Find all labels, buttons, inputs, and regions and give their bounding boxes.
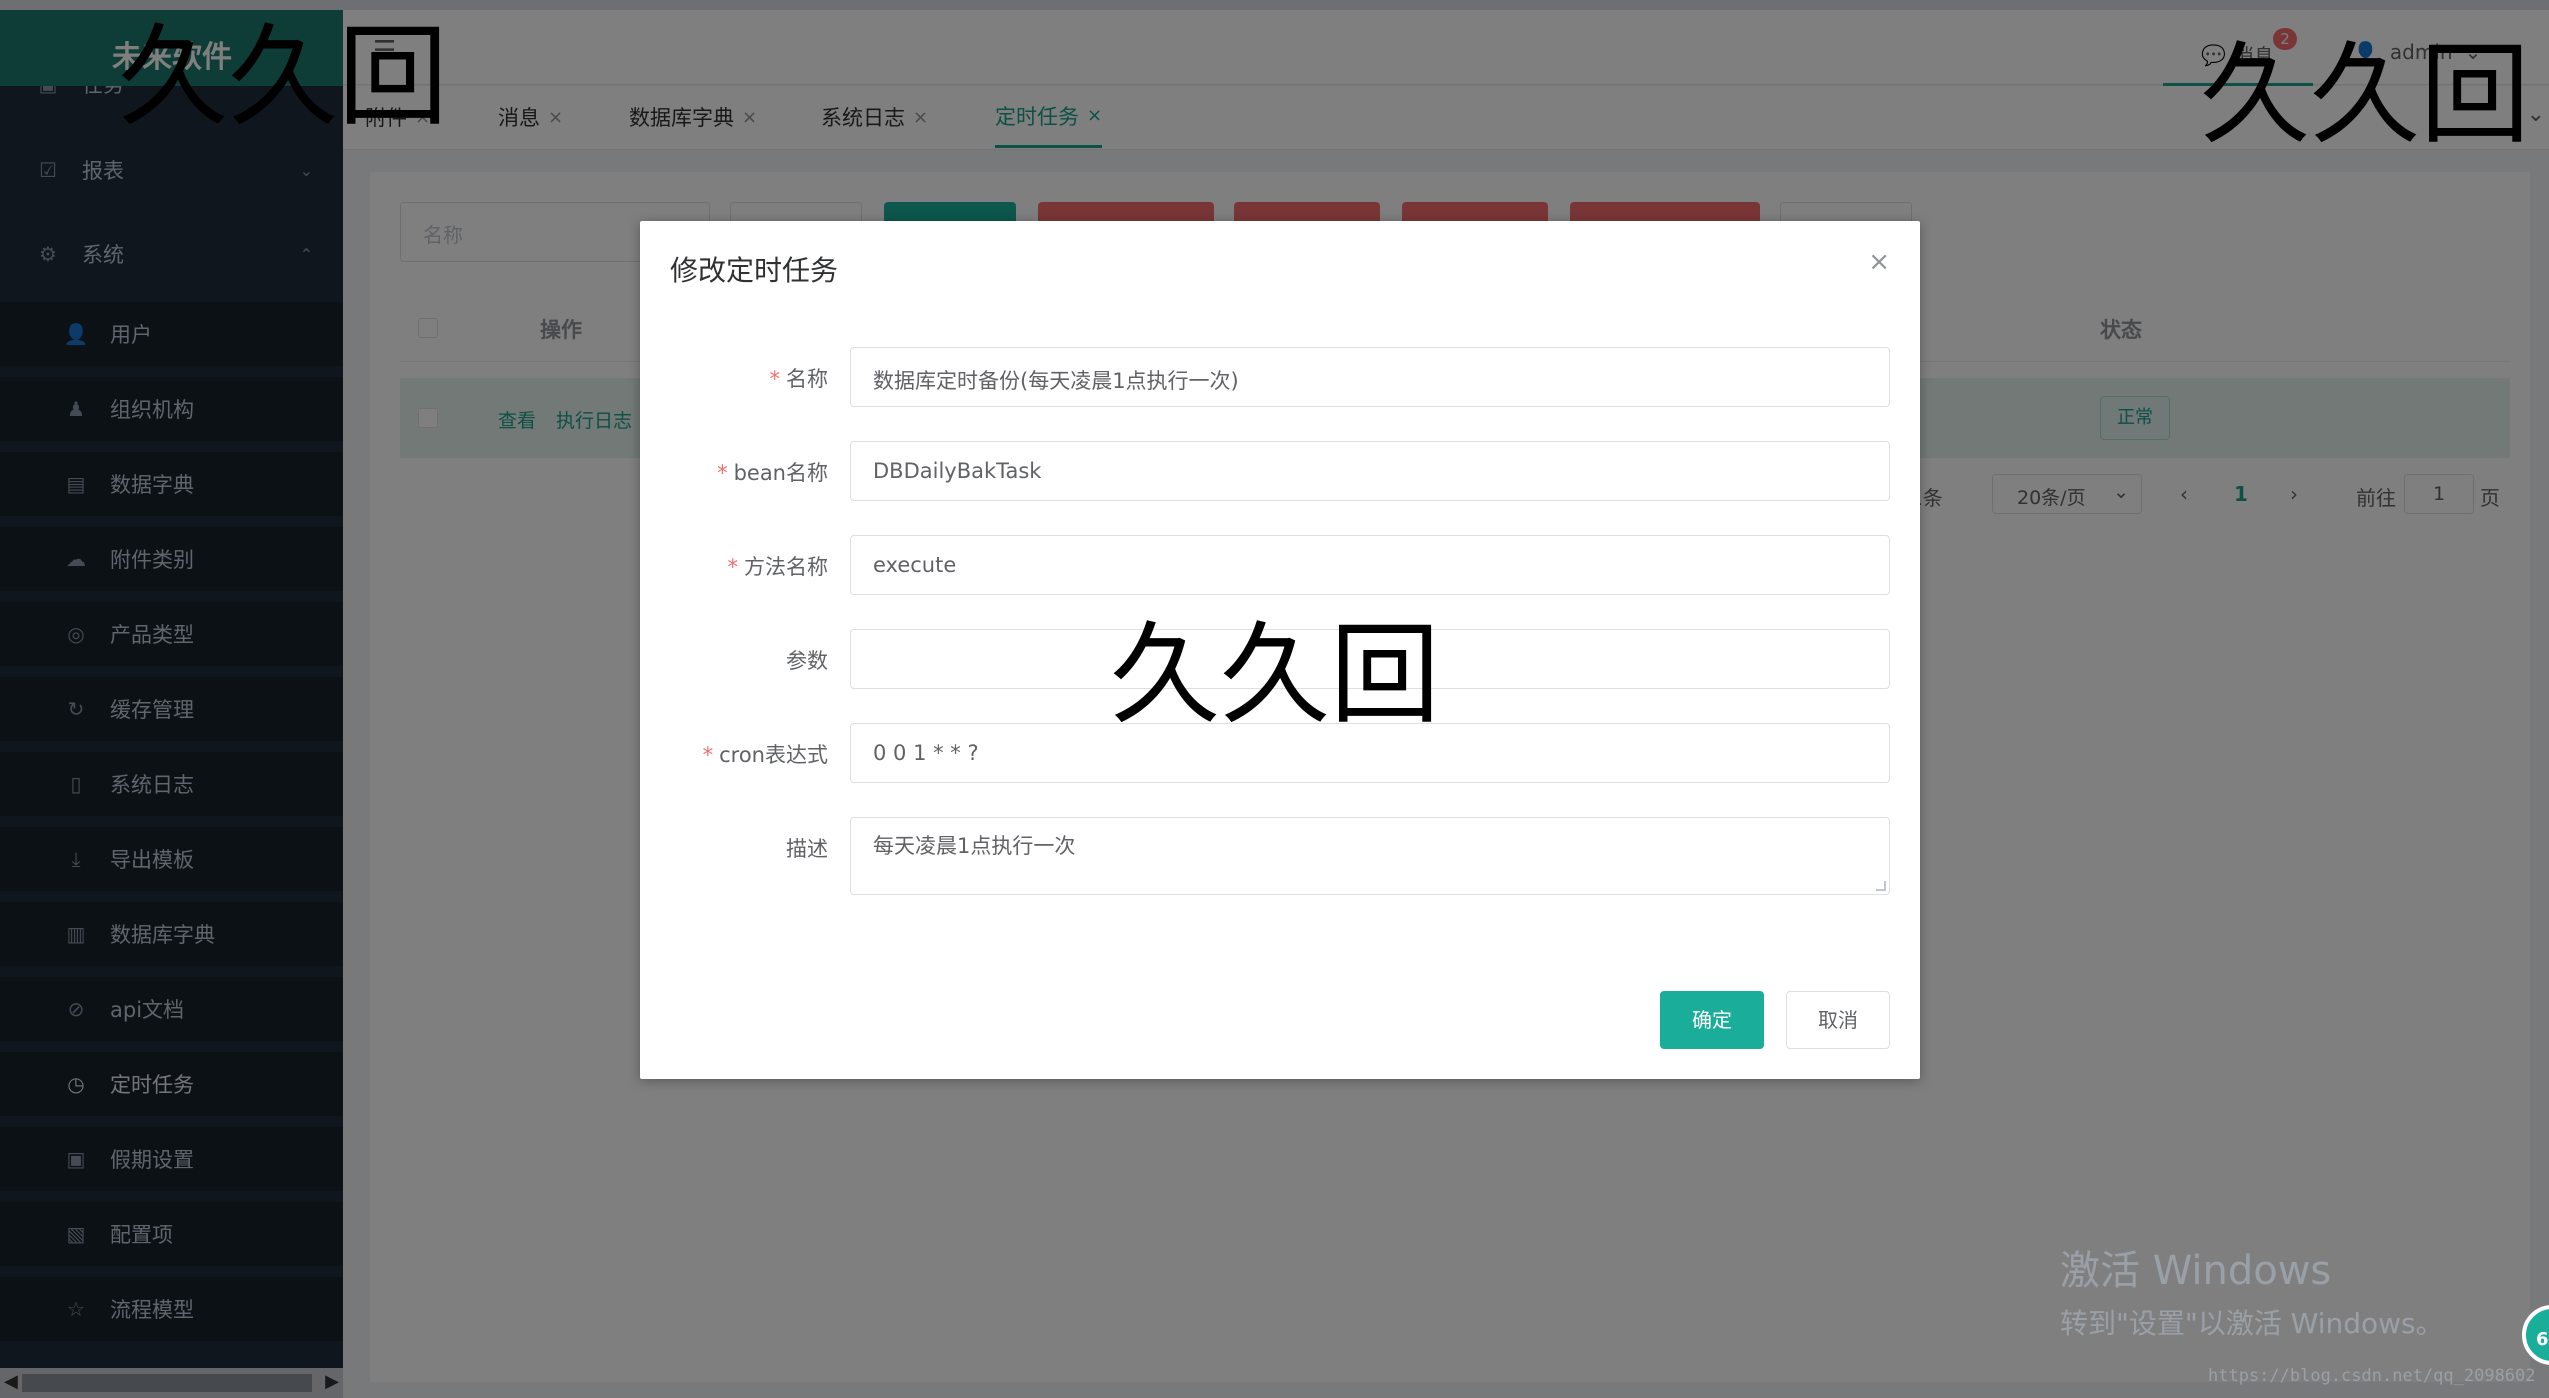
confirm-button[interactable]: 确定 xyxy=(1660,991,1764,1049)
method-label: * 方法名称 xyxy=(727,555,829,579)
desc-textarea[interactable]: 每天凌晨1点执行一次 xyxy=(850,817,1890,895)
resize-handle-icon[interactable] xyxy=(1876,881,1886,891)
close-icon[interactable]: × xyxy=(1868,247,1890,277)
name-input[interactable]: 数据库定时备份(每天凌晨1点执行一次) xyxy=(850,347,1890,407)
desc-label: 描述 xyxy=(786,837,828,861)
name-label: * 名称 xyxy=(769,367,829,391)
blog-url-watermark: https://blog.csdn.net/qq_2098602 xyxy=(2208,1366,2536,1386)
watermark-text: 久久回 xyxy=(2200,31,2530,159)
cron-label: * cron表达式 xyxy=(702,743,828,767)
windows-activation-notice: 激活 Windows 转到"设置"以激活 Windows。 xyxy=(2060,1248,2444,1340)
watermark-text: 久久回 xyxy=(1110,611,1440,739)
bean-label: * bean名称 xyxy=(717,461,828,485)
dialog-title: 修改定时任务 xyxy=(670,254,839,287)
cancel-button[interactable]: 取消 xyxy=(1786,991,1890,1049)
method-input[interactable]: execute xyxy=(850,535,1890,595)
watermark-text: 久久回 xyxy=(118,13,448,141)
params-label: 参数 xyxy=(786,649,828,673)
bean-input[interactable]: DBDailyBakTask xyxy=(850,441,1890,501)
